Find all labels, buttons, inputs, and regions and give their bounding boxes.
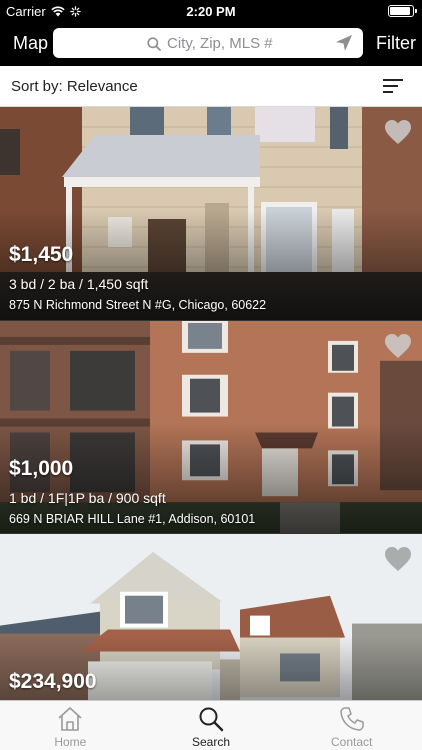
favorite-heart-icon[interactable] [384, 333, 412, 359]
filter-button[interactable]: Filter [376, 33, 416, 54]
favorite-heart-icon[interactable] [384, 546, 412, 572]
listing-address: 875 N Richmond Street N #G, Chicago, 606… [9, 298, 267, 312]
listing-address: 669 N BRIAR HILL Lane #1, Addison, 60101 [9, 512, 256, 526]
phone-icon [339, 707, 364, 731]
search-placeholder: City, Zip, MLS # [167, 35, 273, 52]
listing-details: 1 bd / 1F|1P ba / 900 sqft [9, 490, 166, 506]
map-button[interactable]: Map [13, 33, 48, 54]
listing-card[interactable]: $234,900 [0, 533, 422, 700]
location-arrow-icon[interactable] [335, 34, 353, 52]
tab-label: Home [54, 735, 87, 749]
home-icon [58, 707, 82, 731]
tab-label: Contact [331, 735, 373, 749]
sort-bar: Sort by: Relevance [0, 66, 422, 107]
tab-contact[interactable]: Contact [281, 701, 422, 750]
listing-details: 3 bd / 2 ba / 1,450 sqft [9, 276, 149, 292]
search-icon [147, 36, 161, 51]
search-input[interactable]: City, Zip, MLS # [53, 28, 363, 58]
battery-fill [390, 7, 410, 15]
listing-price: $234,900 [9, 670, 97, 693]
listing-price: $1,450 [9, 243, 74, 266]
search-icon [199, 707, 224, 732]
nav-bar: Map City, Zip, MLS # Filter [0, 22, 422, 66]
search-placeholder-row: City, Zip, MLS # [147, 35, 273, 52]
tab-search[interactable]: Search [141, 701, 282, 750]
listing-list: $1,450 3 bd / 2 ba / 1,450 sqft 875 N Ri… [0, 107, 422, 700]
tab-label: Search [191, 735, 231, 749]
tab-home[interactable]: Home [0, 701, 141, 750]
sort-label[interactable]: Sort by: Relevance [11, 78, 138, 95]
listing-price: $1,000 [9, 457, 74, 480]
tab-bar: Home Search Contact [0, 700, 422, 750]
status-time: 2:20 PM [186, 4, 236, 19]
battery-icon [388, 5, 417, 17]
listing-card[interactable]: $1,450 3 bd / 2 ba / 1,450 sqft 875 N Ri… [0, 107, 422, 320]
favorite-heart-icon[interactable] [384, 119, 412, 145]
listing-card[interactable]: $1,000 1 bd / 1F|1P ba / 900 sqft 669 N … [0, 320, 422, 533]
sort-lines-icon[interactable] [383, 79, 403, 94]
status-bar: Carrier 2:20 PM [0, 0, 422, 22]
